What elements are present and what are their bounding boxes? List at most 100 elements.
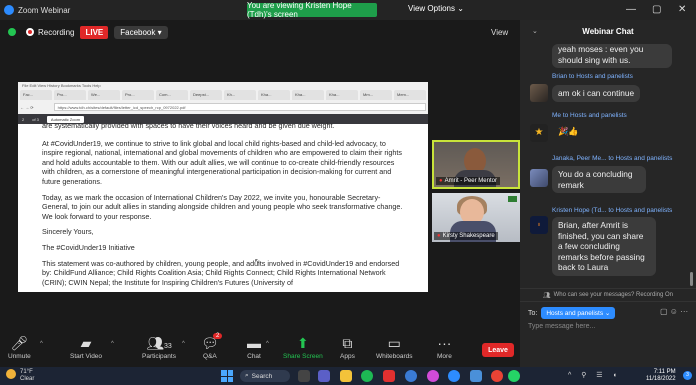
chat-chevron-icon[interactable]: ^	[266, 341, 269, 347]
file-explorer-icon[interactable]	[340, 370, 352, 382]
chat-header: Webinar Chat	[582, 26, 634, 36]
browser-tab: Kha...	[292, 90, 324, 100]
video-tile-kirsty[interactable]: ● Kirsty Shakespeare	[432, 193, 520, 242]
file-icon[interactable]: ▢ ☺ ···	[660, 307, 688, 316]
mail-icon[interactable]	[470, 370, 482, 382]
recording-label: Recording	[38, 27, 75, 37]
chevron-down-icon[interactable]: ⌄	[532, 27, 538, 35]
whatsapp-icon[interactable]	[508, 370, 520, 382]
nav-arrows-icon: ← → ⟳	[20, 104, 34, 110]
app-icon[interactable]	[427, 370, 439, 382]
taskbar-clock[interactable]: 7:11 PM 11/18/2022	[646, 369, 676, 383]
view-options-button[interactable]: View Options ⌄	[408, 4, 464, 13]
muted-mic-icon: ●	[437, 233, 441, 239]
teams-icon[interactable]	[318, 370, 330, 382]
shared-screen: File Edit View History Bookmarks Tools H…	[18, 82, 428, 292]
meeting-toolbar: 🎤︎ Unmute ^ ▰ Start Video ^ 👥︎33 Partici…	[0, 333, 520, 367]
browser-menu-row: File Edit View History Bookmarks Tools H…	[22, 83, 101, 88]
video-options-chevron-icon[interactable]: ^	[111, 341, 114, 347]
chat-message-bubble: 🎉👍	[558, 126, 579, 136]
security-shield-icon[interactable]	[8, 28, 16, 36]
more-button[interactable]: ··· More	[437, 335, 452, 360]
background-logo	[508, 196, 517, 202]
browser-tab: Com...	[156, 90, 188, 100]
netflix-icon[interactable]	[383, 370, 395, 382]
participants-icon: 👥︎	[542, 292, 551, 299]
chat-message-sender: Me to Hosts and panelists	[552, 112, 627, 119]
avatar: ॥	[530, 216, 548, 234]
chat-message-input[interactable]: Type message here...	[528, 323, 688, 330]
whiteboard-icon: ▭	[387, 335, 401, 351]
zoom-taskbar-icon[interactable]	[448, 370, 460, 382]
participants-chevron-icon[interactable]: ^	[182, 341, 185, 347]
browser-tab: Fac...	[20, 90, 52, 100]
to-label: To:	[528, 309, 538, 317]
pdf-page: are systematically provided with spaces …	[24, 121, 422, 292]
browser-url: https://www.tdh.ch/sites/default/files/l…	[53, 103, 426, 111]
pdf-paragraph: Today, as we mark the occasion of Intern…	[42, 192, 403, 221]
chat-message-bubble: You do a concluding remark	[552, 166, 646, 193]
qa-badge: 2	[213, 333, 223, 339]
spotify-icon[interactable]	[361, 370, 373, 382]
edge-icon[interactable]	[405, 370, 417, 382]
browser-tab: Kha...	[326, 90, 358, 100]
start-video-button[interactable]: ▰ Start Video	[70, 335, 102, 360]
live-badge: LIVE	[80, 25, 109, 39]
video-tile-amrit[interactable]: ● Amrit - Peer Mentor	[432, 140, 520, 189]
who-can-see-messages-link[interactable]: 👥︎ Who can see your messages? Recording O…	[520, 288, 696, 302]
pdf-page-indicator: 2	[22, 116, 25, 122]
chat-icon: ▬	[247, 335, 261, 351]
audio-options-chevron-icon[interactable]: ^	[40, 341, 43, 347]
avatar: ★	[530, 124, 548, 142]
mouse-cursor-icon: ↖	[254, 257, 261, 266]
recording-icon	[26, 28, 34, 36]
chat-message-sender: Brian to Hosts and panelists	[552, 73, 633, 80]
browser-tabs: Fac... Pro... We... Pro... Com... Deepst…	[20, 90, 426, 100]
browser-tab: Deepst...	[190, 90, 222, 100]
windows-taskbar: 71°F Clear ⌕ Search ^ ⚲ ☰ ◖ 7:11 PM 11/18…	[0, 367, 696, 385]
chat-recipient-row: To: Hosts and panelists ⌄	[528, 307, 616, 319]
viewing-screen-banner: You are viewing Kristen Hope (Tdh)'s scr…	[247, 1, 377, 19]
notification-badge[interactable]: 3	[683, 371, 692, 380]
pdf-cut-line: are systematically provided with spaces …	[42, 121, 335, 130]
maximize-icon[interactable]: ▢	[652, 4, 661, 15]
whiteboards-button[interactable]: ▭ Whiteboards	[376, 335, 413, 360]
windows-start-icon[interactable]	[221, 370, 233, 382]
weather-widget[interactable]: 71°F Clear	[6, 369, 34, 383]
pdf-paragraph: At #CovidUnder19, we continue to strive …	[42, 138, 402, 186]
zoom-webinar-window: Zoom Webinar You are viewing Kristen Hop…	[0, 0, 696, 385]
share-screen-button[interactable]: ⬆ Share Screen	[283, 335, 323, 360]
leave-button[interactable]: Leave	[482, 343, 514, 357]
system-tray[interactable]: ^ ⚲ ☰ ◖	[568, 371, 621, 379]
browser-chrome: File Edit View History Bookmarks Tools H…	[18, 82, 428, 124]
search-icon: ⌕	[245, 372, 249, 379]
browser-tab: Mm...	[360, 90, 392, 100]
taskbar-search[interactable]: ⌕ Search	[240, 370, 290, 382]
participants-button[interactable]: 👥︎33 Participants	[142, 335, 176, 360]
task-view-icon[interactable]	[298, 370, 310, 382]
chat-message-bubble: Brian, after Amrit is finished, you can …	[552, 217, 656, 276]
chrome-icon[interactable]	[491, 370, 503, 382]
pdf-paragraph: The #CovidUnder19 Initiative	[42, 242, 135, 252]
view-button[interactable]: View	[491, 28, 508, 37]
avatar	[530, 84, 548, 102]
chat-button[interactable]: ▬ Chat	[247, 335, 261, 360]
facebook-stream-button[interactable]: Facebook ▾	[114, 25, 168, 39]
pdf-paragraph: This statement was co-authored by childr…	[42, 258, 400, 287]
browser-tab: Kha...	[258, 90, 290, 100]
apps-button[interactable]: ⧉ Apps	[340, 335, 355, 360]
share-screen-icon: ⬆	[297, 335, 309, 351]
close-icon[interactable]: ✕	[678, 4, 686, 15]
minimize-icon[interactable]: —	[626, 4, 636, 15]
browser-tab: Pro...	[122, 90, 154, 100]
participants-icon: 👥︎33	[146, 335, 172, 351]
unmute-button[interactable]: 🎤︎ Unmute	[8, 335, 31, 360]
zoom-logo-icon	[4, 5, 14, 15]
chat-message-sender: Janaka, Peer Me... to Hosts and panelist…	[552, 155, 673, 162]
meeting-status-bar: Recording LIVE Facebook ▾	[0, 20, 516, 44]
avatar	[530, 169, 548, 187]
chat-scrollbar[interactable]	[690, 272, 693, 286]
webinar-chat-panel: Webinar Chat ⌄ yeah moses : even you sho…	[520, 20, 696, 367]
recipient-select[interactable]: Hosts and panelists ⌄	[541, 307, 616, 319]
weather-sun-icon	[6, 369, 16, 379]
